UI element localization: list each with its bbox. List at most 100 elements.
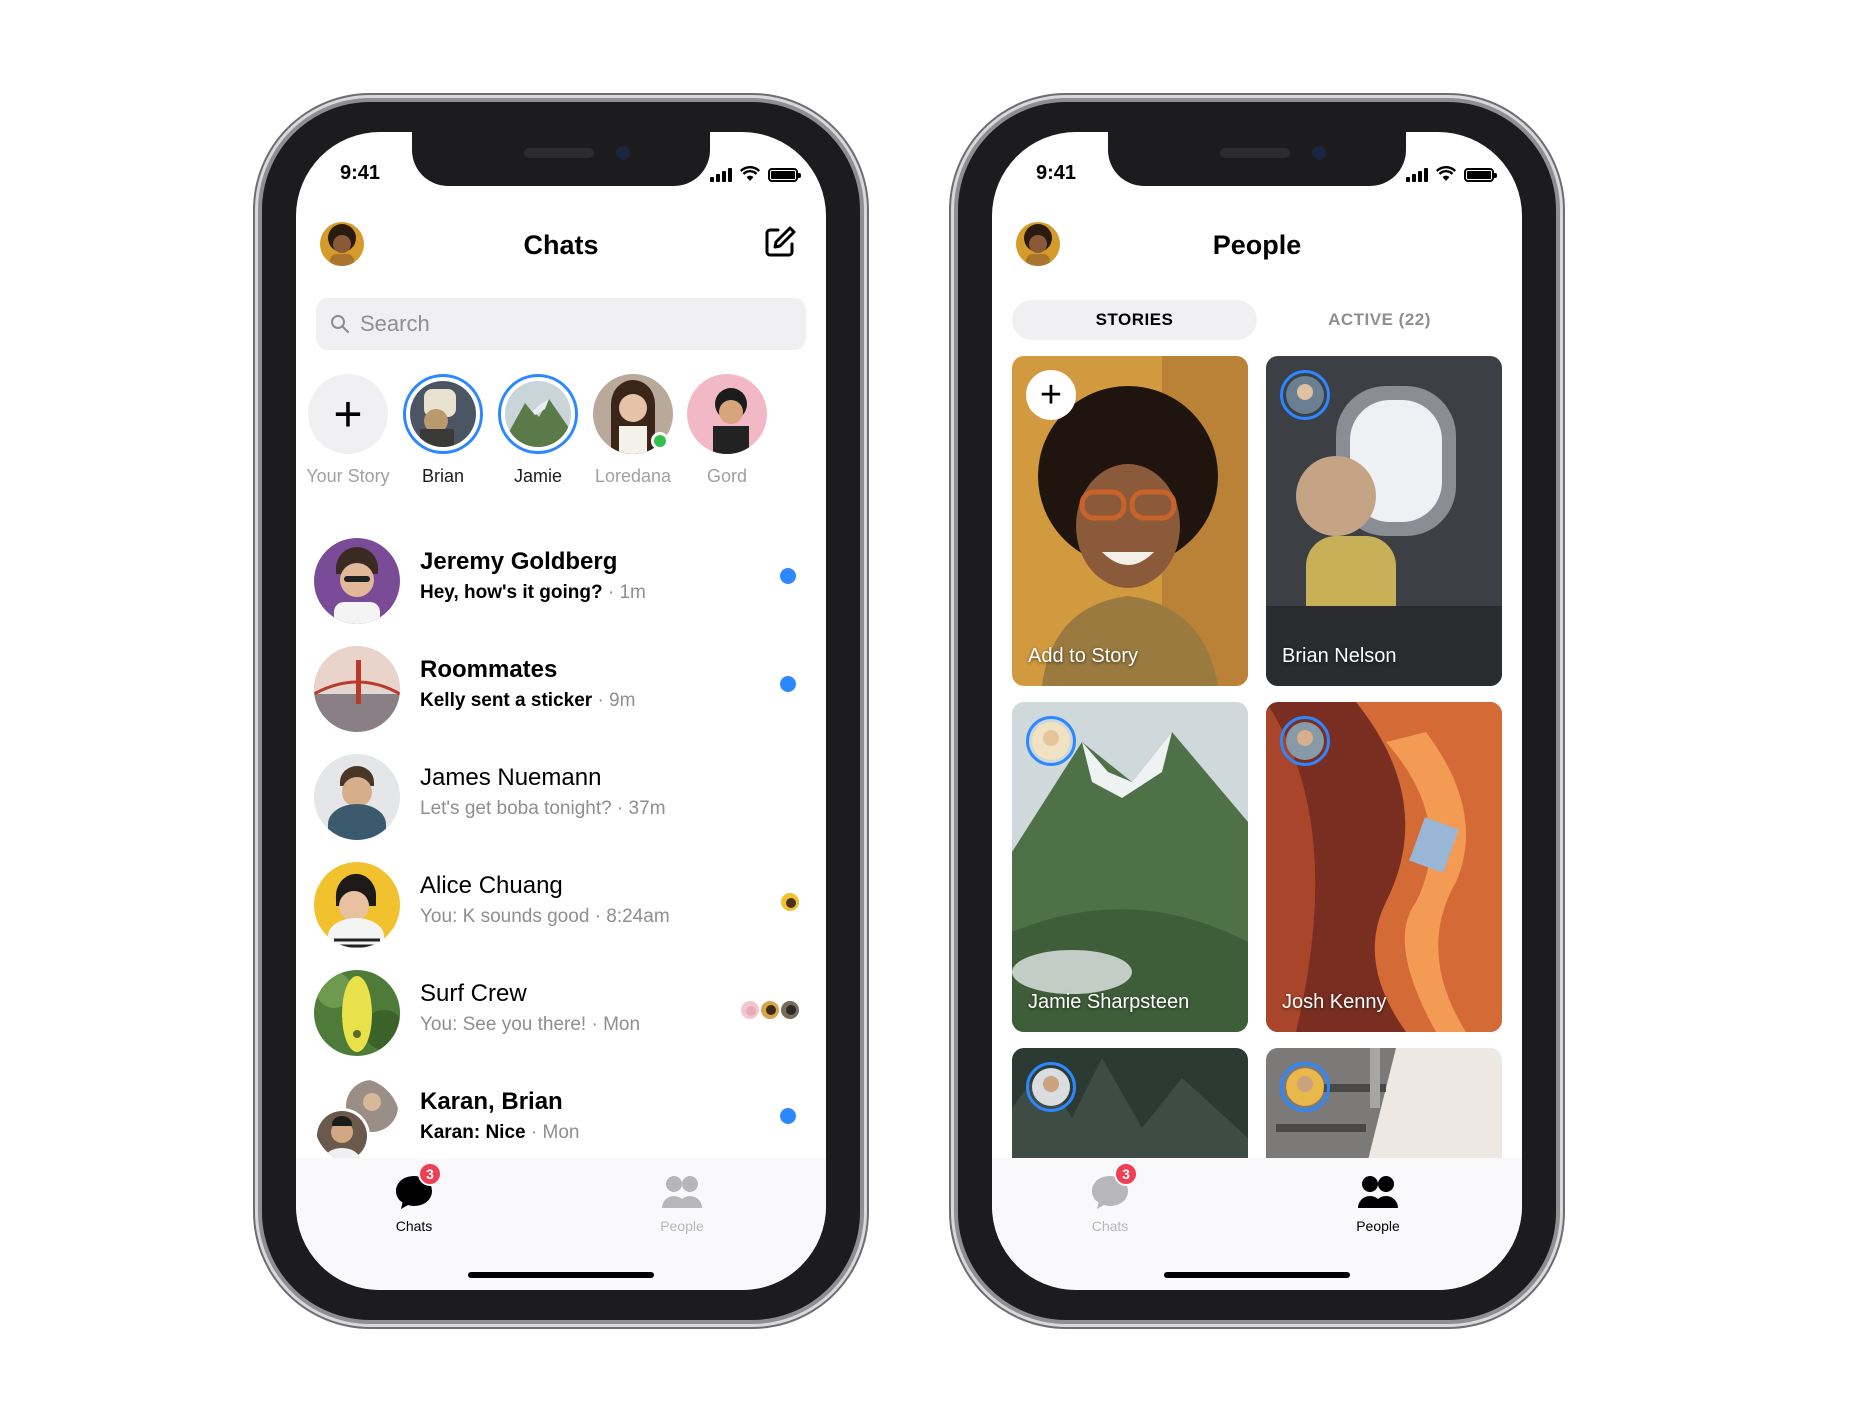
battery-icon: [768, 168, 801, 182]
page-title: Chats: [523, 230, 599, 260]
tab-people[interactable]: People: [622, 1172, 742, 1234]
chat-preview: Kelly sent a sticker · 9m: [420, 690, 636, 711]
phone-people: 9:41 People STORIES ACTIVE (22) + Add to…: [954, 98, 1560, 1324]
avatar: [314, 754, 400, 840]
story-card-add[interactable]: + Add to Story: [1012, 356, 1248, 686]
tab-people[interactable]: People: [1318, 1172, 1438, 1234]
story-author-avatar: [1026, 716, 1076, 766]
chat-preview: Hey, how's it going? · 1m: [420, 582, 646, 603]
signal-icon: [710, 166, 732, 182]
notch: [412, 132, 710, 186]
signal-icon: [1406, 166, 1428, 182]
story-card-name: Brian Nelson: [1282, 645, 1397, 667]
notch: [1108, 132, 1406, 186]
status-time: 9:41: [340, 162, 381, 184]
story-avatar: [593, 374, 673, 454]
story-label: Gord: [706, 466, 748, 486]
online-indicator: [651, 432, 669, 450]
story-your-story[interactable]: + Your Story: [296, 374, 403, 487]
tab-label: Chats: [1091, 1218, 1129, 1234]
people-icon: [1356, 1172, 1400, 1212]
group-avatar: [314, 1078, 400, 1164]
story-jamie[interactable]: Jamie: [483, 374, 593, 487]
story-gord[interactable]: Gord: [672, 374, 782, 487]
unread-badge: 3: [1114, 1162, 1138, 1186]
tab-label: People: [660, 1218, 704, 1234]
chat-preview: Let's get boba tonight? · 37m: [420, 798, 666, 819]
chat-preview: You: See you there! · Mon: [420, 1014, 641, 1035]
chat-row-james[interactable]: James Nuemann Let's get boba tonight? · …: [296, 746, 826, 854]
chat-name: Jeremy Goldberg: [420, 548, 618, 575]
tab-bar: 3 Chats People: [992, 1158, 1522, 1290]
story-card-name: Add to Story: [1028, 645, 1139, 667]
home-indicator[interactable]: [1164, 1272, 1350, 1278]
status-time: 9:41: [1036, 162, 1077, 184]
tab-stories[interactable]: STORIES: [1012, 300, 1257, 340]
chat-row-jeremy[interactable]: Jeremy Goldberg Hey, how's it going? · 1…: [296, 530, 826, 638]
avatar: [314, 862, 400, 948]
stories-row: + Your Story Brian Jamie Loredana Gord: [296, 374, 826, 504]
page-title: People: [1212, 230, 1302, 260]
story-avatar: [687, 374, 767, 454]
story-label: Jamie: [513, 466, 562, 486]
battery-icon: [1464, 168, 1497, 182]
chat-name: Karan, Brian: [420, 1088, 563, 1115]
seen-avatar: [740, 1000, 760, 1020]
story-card-jamie-sharpsteen[interactable]: Jamie Sharpsteen: [1012, 702, 1248, 1032]
tab-label: People: [1356, 1218, 1400, 1234]
chat-name: Roommates: [420, 656, 558, 683]
story-brian[interactable]: Brian: [388, 374, 498, 487]
chats-header: Chats: [296, 212, 826, 282]
story-label: Brian: [421, 466, 465, 486]
story-card-josh-kenny[interactable]: Josh Kenny: [1266, 702, 1502, 1032]
compose-icon[interactable]: [762, 224, 798, 260]
chat-name: James Nuemann: [420, 764, 602, 791]
story-label: Your Story: [306, 466, 390, 486]
add-story-icon[interactable]: +: [1026, 370, 1076, 420]
chat-name: Surf Crew: [420, 980, 527, 1007]
tab-bar: 3 Chats People: [296, 1158, 826, 1290]
avatar: [314, 970, 400, 1056]
search-icon: [331, 315, 350, 334]
chat-name: Alice Chuang: [420, 872, 563, 899]
story-author-avatar: [1280, 1062, 1330, 1112]
story-author-avatar: [1280, 370, 1330, 420]
story-author-avatar: [1280, 716, 1330, 766]
home-indicator[interactable]: [468, 1272, 654, 1278]
segmented-control: STORIES ACTIVE (22): [1012, 300, 1502, 340]
story-card-name: Jamie Sharpsteen: [1028, 991, 1190, 1013]
chats-screen: 9:41 Chats + Your Story: [296, 132, 826, 1290]
chat-preview: You: K sounds good · 8:24am: [420, 906, 670, 927]
add-story-icon: +: [308, 374, 388, 454]
chat-bubble-icon: 3: [392, 1162, 442, 1212]
avatar: [314, 646, 400, 732]
chat-preview: Karan: Nice · Mon: [420, 1122, 580, 1143]
phone-chats: 9:41 Chats + Your Story: [258, 98, 864, 1324]
search-bar[interactable]: [316, 298, 806, 350]
search-input[interactable]: [360, 311, 760, 337]
chat-row-alice[interactable]: Alice Chuang You: K sounds good · 8:24am: [296, 854, 826, 962]
chat-bubble-icon: 3: [1088, 1162, 1138, 1212]
tab-chats[interactable]: 3 Chats: [354, 1162, 474, 1234]
unread-badge: 3: [418, 1162, 442, 1186]
tab-active[interactable]: ACTIVE (22): [1257, 300, 1502, 340]
unread-indicator: [780, 1108, 796, 1124]
people-icon: [660, 1172, 704, 1212]
status-icons: [710, 166, 801, 182]
unread-indicator: [780, 676, 796, 692]
wifi-icon: [1436, 166, 1456, 181]
seen-avatar: [780, 1000, 800, 1020]
status-icons: [1406, 166, 1497, 182]
story-author-avatar: [1026, 1062, 1076, 1112]
people-header: People: [992, 212, 1522, 282]
tab-chats[interactable]: 3 Chats: [1050, 1162, 1170, 1234]
chat-row-surf-crew[interactable]: Surf Crew You: See you there! · Mon: [296, 962, 826, 1070]
story-card-brian-nelson[interactable]: Brian Nelson: [1266, 356, 1502, 686]
chat-row-roommates[interactable]: Roommates Kelly sent a sticker · 9m: [296, 638, 826, 746]
story-ring: [498, 374, 578, 454]
unread-indicator: [780, 568, 796, 584]
people-screen: 9:41 People STORIES ACTIVE (22) + Add to…: [992, 132, 1522, 1290]
seen-avatar: [760, 1000, 780, 1020]
story-ring: [403, 374, 483, 454]
story-card-name: Josh Kenny: [1282, 991, 1387, 1013]
